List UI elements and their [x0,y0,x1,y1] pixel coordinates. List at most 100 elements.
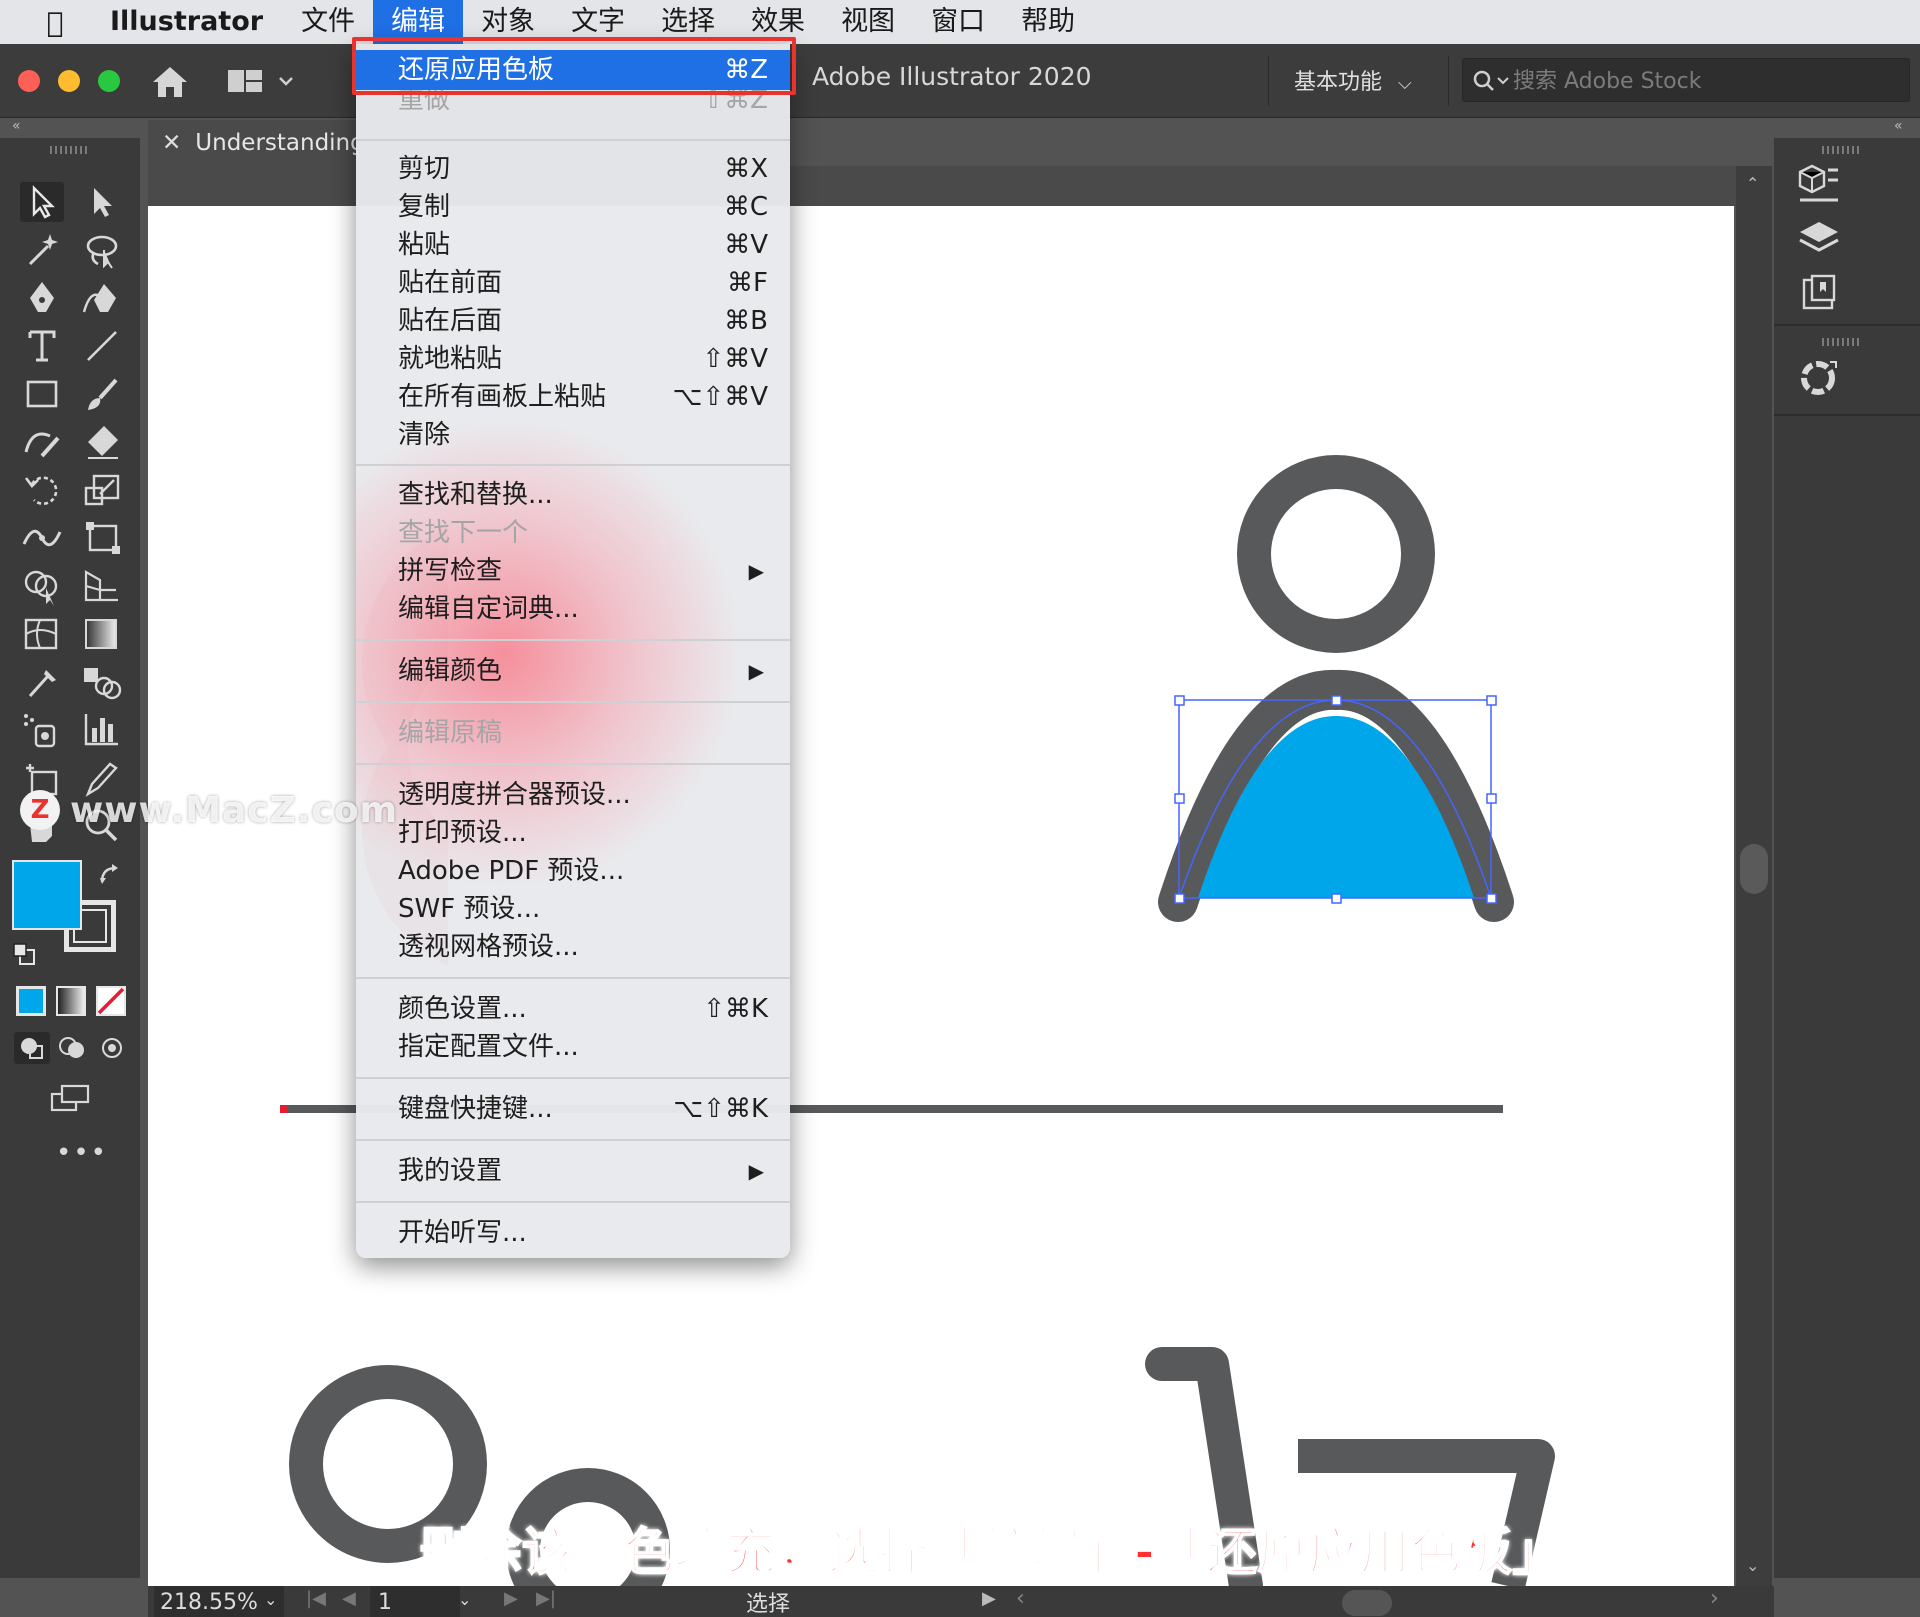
default-fill-stroke-icon[interactable] [12,942,36,966]
mesh-tool-icon[interactable] [20,614,64,654]
gradient-tool-icon[interactable] [80,614,124,654]
last-artboard-icon[interactable]: ▶| [536,1588,556,1609]
first-artboard-icon[interactable]: |◀ [306,1588,326,1609]
collapse-toolbar-icon[interactable]: « [12,118,21,138]
zoom-window-button[interactable] [98,70,120,92]
minimize-window-button[interactable] [58,70,80,92]
scale-tool-icon[interactable] [80,470,124,510]
blend-tool-icon[interactable] [80,662,124,702]
home-icon[interactable] [150,64,190,100]
menu-item-edit-custom-dictionary[interactable]: 编辑自定词典... [356,590,790,628]
artboard-number-field[interactable]: 1 [370,1586,460,1617]
menu-item-spelling[interactable]: 拼写检查 ▶ [356,552,790,590]
arrange-documents-icon[interactable] [226,68,296,96]
menu-item-paste[interactable]: 粘贴 ⌘V [356,226,790,264]
shaper-tool-icon[interactable] [20,422,64,462]
type-tool-icon[interactable] [20,326,64,366]
paintbrush-icon[interactable] [80,374,124,414]
vertical-scrollbar[interactable]: ⌃ ⌄ [1736,166,1772,1586]
menu-item-paste-on-all-artboards[interactable]: 在所有画板上粘贴 ⌥⇧⌘V [356,378,790,416]
panel-grip[interactable] [1822,338,1862,346]
draw-normal-icon[interactable] [14,1032,50,1064]
width-tool-icon[interactable] [20,518,64,558]
gradient-mode-icon[interactable] [56,986,86,1016]
apple-icon[interactable]:  [0,6,110,39]
menu-item-perspective-grid-presets[interactable]: 透视网格预设... [356,928,790,966]
menu-item-my-settings[interactable]: 我的设置 ▶ [356,1152,790,1190]
magic-wand-icon[interactable] [20,230,64,270]
menu-item-print-presets[interactable]: 打印预设... [356,814,790,852]
zoom-dropdown-icon[interactable]: ⌄ [264,1590,277,1609]
none-mode-icon[interactable] [96,986,126,1016]
scroll-down-icon[interactable]: ⌄ [1746,1556,1759,1575]
fill-swatch[interactable] [12,860,82,930]
menu-item-copy[interactable]: 复制 ⌘C [356,188,790,226]
menu-item-start-dictation[interactable]: 开始听写... [356,1214,790,1252]
panel-grip[interactable] [50,146,90,154]
workspace-switcher[interactable]: 基本功能 ⌵ [1294,64,1412,96]
menu-item-paste-in-back[interactable]: 贴在后面 ⌘B [356,302,790,340]
lasso-icon[interactable] [80,230,124,270]
curvature-tool-icon[interactable] [80,278,124,318]
pen-tool-icon[interactable] [20,278,64,318]
status-menu-icon[interactable]: ▶ [982,1588,996,1609]
line-tool-icon[interactable] [80,326,124,366]
collapse-panels-icon[interactable]: « [1894,118,1903,138]
properties-icon[interactable] [1794,162,1844,206]
menu-item-clear[interactable]: 清除 [356,416,790,454]
person-head-shape[interactable] [1237,455,1435,653]
scroll-up-icon[interactable]: ⌃ [1746,174,1759,193]
menu-item-swf-presets[interactable]: SWF 预设... [356,890,790,928]
menu-item-pdf-presets[interactable]: Adobe PDF 预设... [356,852,790,890]
shape-builder-icon[interactable] [20,566,64,606]
rectangle-tool-icon[interactable] [20,374,64,414]
artboard-dropdown-icon[interactable]: ⌄ [458,1590,471,1609]
menu-help[interactable]: 帮助 [1003,0,1093,44]
menu-item-edit-colors[interactable]: 编辑颜色 ▶ [356,652,790,690]
symbol-sprayer-icon[interactable] [20,710,64,750]
menu-item-cut[interactable]: 剪切 ⌘X [356,150,790,188]
graph-tool-icon[interactable] [80,710,124,750]
menu-item-assign-profile[interactable]: 指定配置文件... [356,1028,790,1066]
color-mode-icon[interactable] [16,986,46,1016]
stock-search-input[interactable] [1513,65,1893,97]
hscroll-right-icon[interactable]: › [1710,1586,1719,1611]
close-tab-icon[interactable]: ✕ [162,130,181,156]
search-icon[interactable] [1471,67,1511,95]
libraries-icon[interactable] [1794,272,1844,316]
edit-toolbar-icon[interactable]: ••• [56,1138,108,1168]
menu-item-paste-in-place[interactable]: 就地粘贴 ⇧⌘V [356,340,790,378]
free-transform-icon[interactable] [80,518,124,558]
edit-menu-dropdown: 还原应用色板 ⌘Z 重做 ⇧⌘Z 剪切 ⌘X 复制 ⌘C 粘贴 ⌘V 贴在前面 … [356,44,790,1258]
menu-item-color-settings[interactable]: 颜色设置... ⇧⌘K [356,990,790,1028]
artboard-number: 1 [378,1590,392,1615]
eraser-icon[interactable] [80,422,124,462]
eyedropper-icon[interactable] [20,662,64,702]
menu-item-transparency-flattener-presets[interactable]: 透明度拼合器预设... [356,776,790,814]
menu-item-keyboard-shortcuts[interactable]: 键盘快捷键... ⌥⇧⌘K [356,1090,790,1128]
layers-icon[interactable] [1794,218,1844,262]
menu-app-name[interactable]: Illustrator [110,0,283,44]
perspective-grid-icon[interactable] [80,566,124,606]
hscroll-left-icon[interactable]: ‹ [1016,1586,1025,1611]
draw-behind-icon[interactable] [54,1032,90,1064]
document-tab[interactable]: ✕ Understanding_ [148,120,358,166]
menu-view[interactable]: 视图 [823,0,913,44]
menu-window[interactable]: 窗口 [913,0,1003,44]
selection-tool-icon[interactable] [20,182,64,222]
menu-item-find-replace[interactable]: 查找和替换... [356,476,790,514]
macos-menubar:  Illustrator 文件 编辑 对象 文字 选择 效果 视图 窗口 帮助 [0,0,1920,44]
swap-fill-stroke-icon[interactable] [98,862,124,888]
prev-artboard-icon[interactable]: ◀ [342,1588,356,1609]
panel-grip[interactable] [1822,146,1862,154]
scrollbar-thumb[interactable] [1740,844,1768,894]
color-guide-icon[interactable] [1794,356,1844,400]
horizontal-scrollbar-thumb[interactable] [1342,1590,1392,1616]
screen-mode-icon[interactable] [48,1082,92,1114]
next-artboard-icon[interactable]: ▶ [504,1588,518,1609]
close-window-button[interactable] [18,70,40,92]
menu-item-paste-in-front[interactable]: 贴在前面 ⌘F [356,264,790,302]
draw-inside-icon[interactable] [94,1032,130,1064]
direct-selection-tool-icon[interactable] [80,182,124,222]
rotate-tool-icon[interactable] [20,470,64,510]
